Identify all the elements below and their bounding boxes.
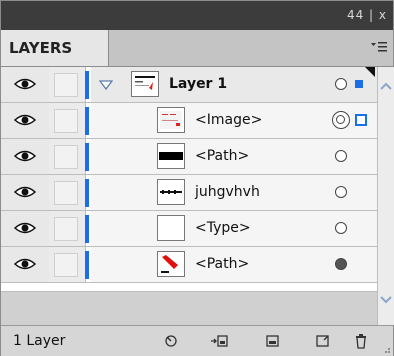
panel-menu-icon[interactable] xyxy=(369,39,389,55)
eye-icon xyxy=(14,186,36,198)
item-name: <Type> xyxy=(195,220,251,236)
lock-toggle[interactable] xyxy=(49,67,86,102)
panel-tab-row: LAYERS xyxy=(1,30,393,67)
target-filled-icon[interactable] xyxy=(335,258,347,270)
list-item[interactable]: <Path> xyxy=(1,139,377,175)
selection-indicator[interactable] xyxy=(355,114,367,126)
visibility-toggle[interactable] xyxy=(1,103,50,138)
eye-icon xyxy=(14,114,36,126)
list-item[interactable]: <Path> xyxy=(1,247,377,283)
item-content[interactable]: <Path> xyxy=(91,139,377,174)
disclosure-triangle-icon[interactable] xyxy=(99,80,113,90)
list-item[interactable]: juhgvhvh xyxy=(1,175,377,211)
item-content[interactable]: <Image> xyxy=(91,103,377,138)
item-name: juhgvhvh xyxy=(195,184,260,200)
layer-content[interactable]: Layer 1 xyxy=(91,67,377,102)
visibility-toggle[interactable] xyxy=(1,175,50,210)
black-bar-thumb xyxy=(157,143,185,169)
layer-color-indicator xyxy=(85,179,89,207)
eye-icon xyxy=(14,150,36,162)
lock-toggle[interactable] xyxy=(49,175,86,210)
scroll-down-icon[interactable] xyxy=(378,293,394,309)
target-icon[interactable] xyxy=(335,222,347,234)
item-content[interactable]: <Path> xyxy=(91,247,377,282)
layer-count: 1 Layer xyxy=(13,333,66,349)
empty-list-area xyxy=(1,291,377,326)
make-clipping-mask-icon[interactable] xyxy=(209,332,229,350)
item-name: <Path> xyxy=(195,148,250,164)
vertical-scrollbar[interactable] xyxy=(377,67,394,325)
eye-icon xyxy=(14,78,36,90)
item-content[interactable]: juhgvhvh xyxy=(91,175,377,210)
new-layer-icon[interactable] xyxy=(313,332,333,350)
selection-indicator[interactable] xyxy=(355,80,363,88)
visibility-toggle[interactable] xyxy=(1,211,50,246)
target-double-icon[interactable] xyxy=(332,111,350,129)
lock-toggle[interactable] xyxy=(49,103,86,138)
eye-icon xyxy=(14,258,36,270)
blank-thumb xyxy=(157,215,185,241)
layer-color-indicator xyxy=(85,143,89,171)
locate-object-icon[interactable] xyxy=(161,332,181,350)
visibility-toggle[interactable] xyxy=(1,139,50,174)
layers-list: Layer 1 <Image> <Path> juhgvhvh <Type> <… xyxy=(1,67,377,291)
panel-window-controls[interactable]: 44 | x xyxy=(347,8,387,22)
visibility-toggle[interactable] xyxy=(1,247,50,282)
layer-color-indicator xyxy=(85,71,89,99)
target-icon[interactable] xyxy=(335,186,347,198)
layer-thumb xyxy=(131,71,159,97)
resize-grip-icon[interactable] xyxy=(381,344,391,354)
layer-color-indicator xyxy=(85,107,89,135)
lock-toggle[interactable] xyxy=(49,139,86,174)
image-thumb xyxy=(157,107,185,133)
new-sublayer-icon[interactable] xyxy=(263,332,283,350)
text-thumb xyxy=(157,179,185,205)
lock-toggle[interactable] xyxy=(49,247,86,282)
panel-footer: 1 Layer xyxy=(1,325,393,356)
item-name: <Image> xyxy=(195,112,263,128)
layer-color-indicator xyxy=(85,251,89,279)
item-content[interactable]: <Type> xyxy=(91,211,377,246)
list-item[interactable]: <Type> xyxy=(1,211,377,247)
lock-toggle[interactable] xyxy=(49,211,86,246)
list-item[interactable]: <Image> xyxy=(1,103,377,139)
layers-panel: 44 | x LAYERS Layer 1 <Image> <Path> juh… xyxy=(0,0,394,356)
scroll-up-icon[interactable] xyxy=(378,79,394,95)
tab-layers[interactable]: LAYERS xyxy=(1,30,109,66)
red-pin-thumb xyxy=(157,251,185,277)
delete-icon[interactable] xyxy=(351,332,371,350)
eye-icon xyxy=(14,222,36,234)
target-icon[interactable] xyxy=(335,150,347,162)
visibility-toggle[interactable] xyxy=(1,67,50,102)
target-icon[interactable] xyxy=(335,78,347,90)
item-name: <Path> xyxy=(195,256,250,272)
selected-corner-icon xyxy=(365,67,375,77)
layer-row[interactable]: Layer 1 xyxy=(1,67,377,103)
layer-name: Layer 1 xyxy=(169,76,228,92)
panel-titlebar: 44 | x xyxy=(1,1,393,30)
layer-color-indicator xyxy=(85,215,89,243)
